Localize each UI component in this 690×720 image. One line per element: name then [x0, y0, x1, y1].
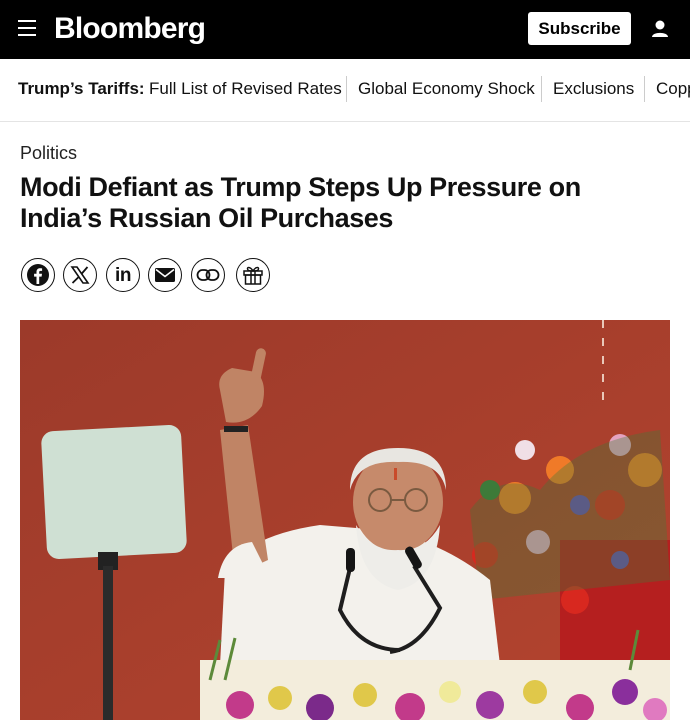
subscribe-button[interactable]: Subscribe [528, 12, 631, 45]
bloomberg-logo[interactable]: Bloomberg [54, 10, 206, 48]
nav-divider [644, 76, 645, 102]
headline-line-1: Modi Defiant as Trump Steps Up Pressure … [20, 172, 581, 202]
article-hero-photo[interactable] [20, 320, 670, 720]
menu-icon[interactable] [18, 20, 36, 36]
facebook-icon [27, 264, 49, 286]
user-icon[interactable] [649, 18, 671, 40]
topic-nav-bar: Trump’s Tariffs: Full List of Revised Ra… [0, 59, 690, 122]
nav-item-copper[interactable]: Copp [656, 79, 690, 99]
x-share-button[interactable] [63, 258, 97, 292]
nav-divider [346, 76, 347, 102]
article-headline: Modi Defiant as Trump Steps Up Pressure … [20, 172, 660, 234]
linkedin-share-button[interactable]: in [106, 258, 140, 292]
nav-label-trumps-tariffs[interactable]: Trump’s Tariffs: [18, 79, 145, 99]
gift-article-button[interactable] [236, 258, 270, 292]
nav-item-global-economy-shock[interactable]: Global Economy Shock [358, 79, 535, 99]
facebook-share-button[interactable] [21, 258, 55, 292]
email-share-button[interactable] [148, 258, 182, 292]
top-bar: Bloomberg Subscribe [0, 0, 690, 59]
linkedin-icon: in [115, 264, 131, 286]
nav-item-revised-rates[interactable]: Full List of Revised Rates [149, 79, 342, 99]
copy-link-button[interactable] [191, 258, 225, 292]
nav-divider [541, 76, 542, 102]
headline-line-2: India’s Russian Oil Purchases [20, 203, 394, 233]
section-label[interactable]: Politics [20, 143, 77, 164]
nav-item-exclusions[interactable]: Exclusions [553, 79, 634, 99]
email-icon [155, 268, 175, 282]
link-icon [196, 269, 220, 281]
x-icon [70, 266, 90, 284]
gift-icon [243, 266, 263, 285]
